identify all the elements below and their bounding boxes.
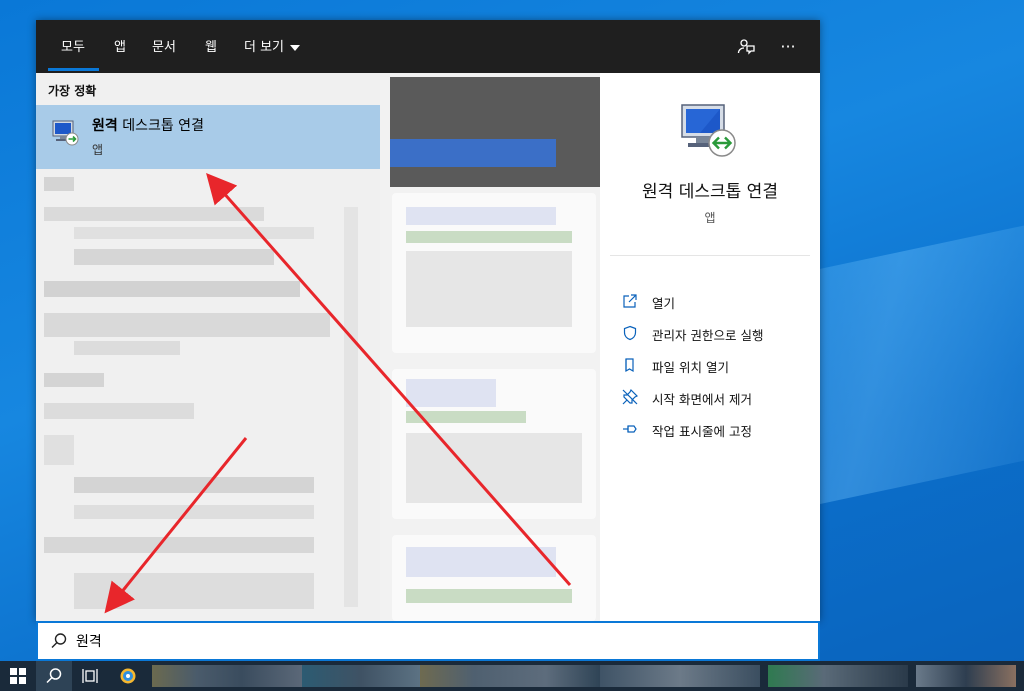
blurred-result[interactable] <box>44 207 264 221</box>
ellipsis-icon[interactable]: ··· <box>776 34 800 58</box>
app-detail-pane: 원격 데스크톱 연결 앱 열기 관리자 권한으로 실행 파일 위치 열기 시작 <box>600 73 820 621</box>
blurred-text <box>406 433 582 503</box>
blurred-column <box>344 207 358 607</box>
blurred-heading <box>44 177 74 191</box>
best-match-type: 앱 <box>92 143 104 157</box>
blurred-taskbar-apps[interactable] <box>302 665 420 687</box>
tab-more-label: 더 보기 <box>244 40 285 55</box>
blurred-result[interactable] <box>44 313 330 337</box>
blurred-result[interactable] <box>74 341 180 355</box>
windows-logo-icon <box>10 668 26 684</box>
blurred-card[interactable] <box>392 369 596 519</box>
blurred-result[interactable] <box>44 537 314 553</box>
search-icon <box>46 668 62 684</box>
blurred-result[interactable] <box>74 477 314 493</box>
active-tab-indicator <box>48 68 99 71</box>
start-button[interactable] <box>0 661 36 691</box>
search-input[interactable] <box>76 630 776 652</box>
browser-taskbar-button[interactable] <box>110 661 146 691</box>
blurred-result[interactable] <box>74 573 314 609</box>
blurred-text <box>406 251 572 327</box>
blurred-thumbnail-band <box>390 139 556 167</box>
remote-desktop-icon <box>52 120 79 146</box>
blurred-card[interactable] <box>392 535 596 621</box>
best-match-result[interactable]: 원격 데스크톱 연결 앱 <box>36 105 380 169</box>
taskbar <box>0 661 1024 691</box>
app-title: 원격 데스크톱 연결 <box>642 182 778 202</box>
blurred-text <box>406 231 572 243</box>
taskbar-search-button[interactable] <box>36 661 72 691</box>
tab-documents[interactable]: 문서 <box>152 38 176 58</box>
blurred-card[interactable] <box>392 193 596 353</box>
tab-more[interactable]: 더 보기 <box>244 38 301 58</box>
blurred-text <box>406 589 572 603</box>
open-action-label: 열기 <box>652 296 676 311</box>
unpin-icon <box>622 389 638 405</box>
blurred-result[interactable] <box>44 281 300 297</box>
open-action[interactable]: 열기 <box>622 291 812 313</box>
best-match-name-rest: 데스크톱 연결 <box>117 118 204 134</box>
blurred-taskbar-apps[interactable] <box>420 665 600 687</box>
tab-web[interactable]: 웹 <box>205 38 217 58</box>
task-view-button[interactable] <box>72 661 108 691</box>
file-location-icon <box>625 358 634 373</box>
blurred-text <box>406 379 496 407</box>
blurred-taskbar-apps[interactable] <box>768 665 908 687</box>
blurred-result[interactable] <box>44 435 74 465</box>
feedback-icon[interactable] <box>734 34 758 58</box>
chevron-down-icon <box>290 44 301 51</box>
open-file-location-action[interactable]: 파일 위치 열기 <box>622 355 812 377</box>
browser-icon <box>120 668 136 684</box>
blurred-result[interactable] <box>74 227 314 239</box>
blurred-result[interactable] <box>74 249 274 265</box>
blurred-thumbnail <box>390 77 600 187</box>
pin-to-taskbar-action[interactable]: 작업 표시줄에 고정 <box>622 419 812 441</box>
run-as-admin-label: 관리자 권한으로 실행 <box>652 328 764 343</box>
start-search-panel: 모두 앱 문서 웹 더 보기 ··· 가장 정확 원격 데스크톱 연결 앱 원격… <box>36 20 820 621</box>
blurred-text <box>406 411 526 423</box>
divider <box>610 255 810 256</box>
tab-apps[interactable]: 앱 <box>114 38 126 58</box>
pin-to-taskbar-label: 작업 표시줄에 고정 <box>652 424 752 439</box>
pin-icon <box>623 425 637 433</box>
blurred-text <box>406 547 556 577</box>
run-as-admin-action[interactable]: 관리자 권한으로 실행 <box>622 323 812 345</box>
best-match-name: 원격 데스크톱 연결 <box>92 115 204 135</box>
blurred-result[interactable] <box>74 505 314 519</box>
blurred-tray[interactable] <box>916 665 1016 687</box>
search-filter-bar: 모두 앱 문서 웹 더 보기 ··· <box>36 20 820 73</box>
results-list: 가장 정확 원격 데스크톱 연결 앱 <box>36 73 380 621</box>
blurred-text <box>406 207 556 225</box>
tab-all[interactable]: 모두 <box>61 38 85 58</box>
app-type: 앱 <box>704 211 716 225</box>
unpin-from-start-label: 시작 화면에서 제거 <box>652 392 752 407</box>
best-match-heading: 가장 정확 <box>48 84 97 98</box>
open-file-location-label: 파일 위치 열기 <box>652 360 729 375</box>
blurred-result[interactable] <box>44 403 194 419</box>
shield-icon <box>623 325 637 341</box>
open-icon <box>623 294 637 308</box>
search-icon <box>51 633 67 648</box>
task-view-icon <box>82 669 98 683</box>
unpin-from-start-action[interactable]: 시작 화면에서 제거 <box>622 387 812 409</box>
preview-cards <box>390 73 600 621</box>
blurred-taskbar-apps[interactable] <box>152 665 302 687</box>
blurred-heading <box>44 373 104 387</box>
best-match-name-bold: 원격 <box>92 118 118 134</box>
blurred-taskbar-apps[interactable] <box>600 665 760 687</box>
search-box[interactable] <box>36 621 820 661</box>
remote-desktop-icon <box>681 104 736 157</box>
